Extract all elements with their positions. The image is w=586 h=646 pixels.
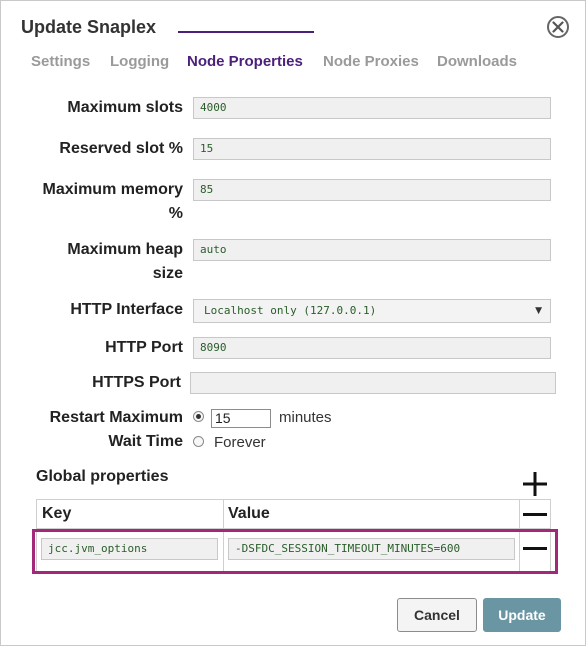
forever-radio[interactable] bbox=[193, 436, 204, 447]
value-column-header: Value bbox=[228, 505, 270, 522]
forever-label: Forever bbox=[214, 434, 266, 451]
global-properties-title: Global properties bbox=[36, 468, 169, 485]
https-port-label: HTTPS Port bbox=[92, 374, 181, 391]
restart-minutes-input[interactable]: 15 bbox=[211, 409, 271, 428]
add-property-button[interactable] bbox=[522, 471, 548, 497]
reserved-slot-label: Reserved slot % bbox=[59, 140, 183, 157]
max-heap-label-line2: size bbox=[152, 265, 183, 282]
restart-wait-label-line1: Restart Maximum bbox=[49, 409, 183, 426]
tab-logging[interactable]: Logging bbox=[110, 53, 169, 70]
cancel-button[interactable]: Cancel bbox=[397, 598, 477, 632]
highlight-box bbox=[32, 529, 558, 574]
max-memory-label-line2: % bbox=[168, 205, 183, 222]
close-icon bbox=[552, 21, 564, 33]
http-interface-label: HTTP Interface bbox=[70, 301, 183, 318]
dropdown-arrow-icon: ▼ bbox=[535, 306, 542, 316]
update-button[interactable]: Update bbox=[483, 598, 561, 632]
http-port-input[interactable]: 8090 bbox=[193, 337, 551, 359]
reserved-slot-input[interactable]: 15 bbox=[193, 138, 551, 160]
update-snaplex-dialog: Update Snaplex Settings Logging Node Pro… bbox=[0, 0, 586, 646]
plus-icon bbox=[523, 472, 547, 496]
http-interface-select[interactable]: Localhost only (127.0.0.1) ▼ bbox=[193, 299, 551, 323]
remove-all-properties-button[interactable] bbox=[523, 513, 547, 516]
restart-wait-label-line2: Wait Time bbox=[108, 433, 183, 450]
max-memory-input[interactable]: 85 bbox=[193, 179, 551, 201]
max-heap-label: Maximum heap size bbox=[21, 238, 183, 286]
tab-settings[interactable]: Settings bbox=[31, 53, 90, 70]
https-port-input[interactable] bbox=[190, 372, 556, 394]
max-heap-input[interactable]: auto bbox=[193, 239, 551, 261]
max-slots-input[interactable]: 4000 bbox=[193, 97, 551, 119]
restart-wait-label: Restart Maximum Wait Time bbox=[21, 406, 183, 454]
close-button[interactable] bbox=[547, 16, 569, 38]
tab-node-properties[interactable]: Node Properties bbox=[187, 53, 303, 70]
max-heap-label-line1: Maximum heap bbox=[67, 241, 183, 258]
max-memory-label-line1: Maximum memory bbox=[42, 181, 184, 198]
active-tab-indicator bbox=[178, 31, 314, 33]
max-slots-label: Maximum slots bbox=[67, 99, 183, 116]
http-interface-value: Localhost only (127.0.0.1) bbox=[204, 304, 377, 317]
key-column-header: Key bbox=[42, 505, 72, 522]
tab-node-proxies[interactable]: Node Proxies bbox=[323, 53, 419, 70]
max-memory-label: Maximum memory % bbox=[21, 178, 184, 226]
tab-downloads[interactable]: Downloads bbox=[437, 53, 517, 70]
dialog-title: Update Snaplex bbox=[21, 17, 157, 37]
minutes-radio[interactable] bbox=[193, 411, 204, 422]
minutes-unit-label: minutes bbox=[279, 409, 332, 426]
http-port-label: HTTP Port bbox=[105, 339, 183, 356]
